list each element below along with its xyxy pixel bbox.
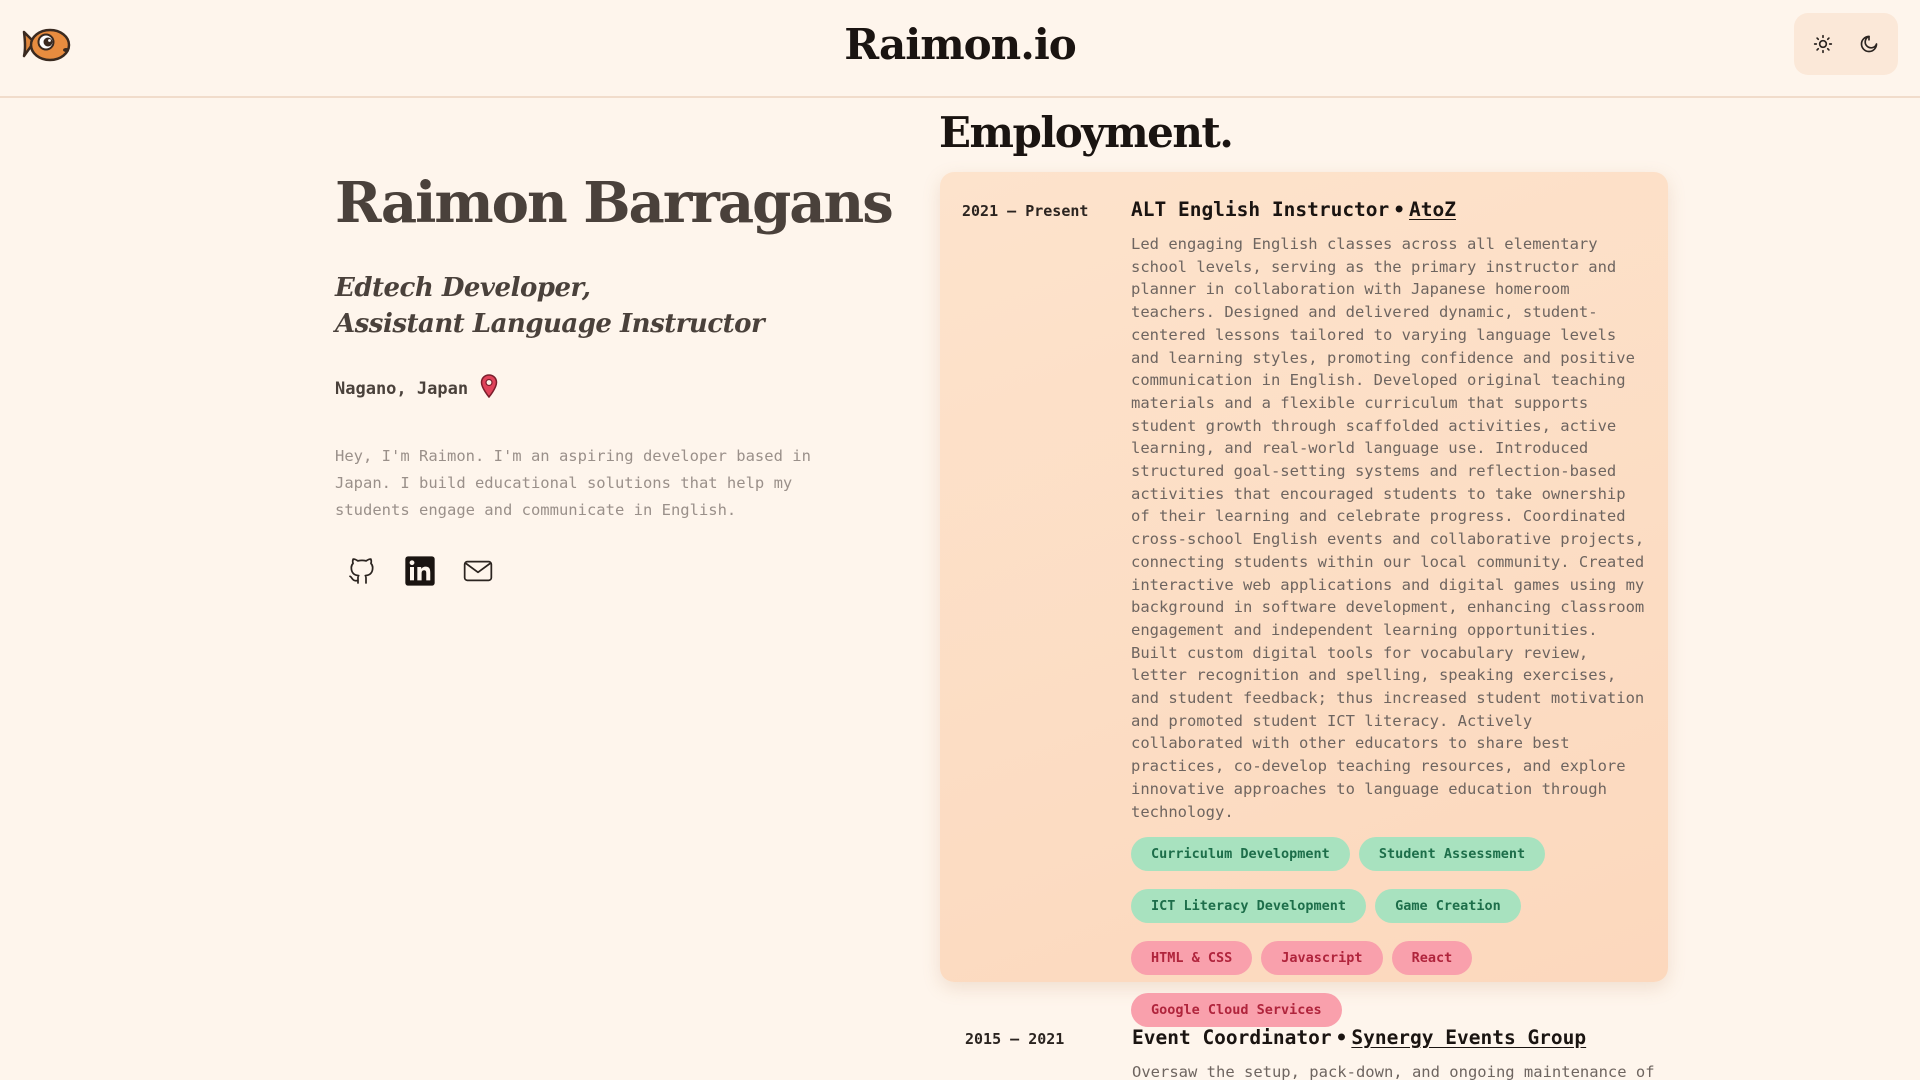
profile-section: Raimon Barragans Edtech Developer, Assis… [335, 170, 894, 588]
location: Nagano, Japan [335, 374, 855, 403]
tech-tag: Google Cloud Services [1131, 993, 1342, 1028]
job-title-text: Event Coordinator [1132, 1026, 1332, 1049]
skill-tag: Student Assessment [1358, 837, 1546, 872]
linkedin-icon[interactable] [403, 554, 437, 588]
skill-tag: ICT Literacy Development [1131, 889, 1367, 924]
job-description: Oversaw the setup, pack-down, and ongoin… [1132, 1063, 1655, 1080]
title-separator: • [1335, 1026, 1348, 1049]
tech-tag: Javascript [1261, 941, 1383, 976]
company-link[interactable]: Synergy Events Group [1351, 1026, 1586, 1049]
job-body: ALT English Instructor • AtoZ Led engaging… [1131, 198, 1649, 1028]
theme-toggle [1794, 13, 1898, 75]
social-links [335, 554, 855, 588]
job-title-text: ALT English Instructor [1131, 198, 1390, 221]
job-dates: 2015 – 2021 [965, 1030, 1065, 1048]
company-link[interactable]: AtoZ [1409, 198, 1456, 221]
job-title: ALT English Instructor • AtoZ [1131, 198, 1649, 221]
profile-name: Raimon Barragans [335, 170, 894, 236]
job-description: Led engaging English classes across all … [1131, 235, 1645, 821]
role-line-1: Edtech Developer, [335, 273, 591, 303]
profile-bio: Hey, I'm Raimon. I'm an aspiring develop… [335, 447, 811, 519]
employment-heading: Employment. [939, 108, 1234, 157]
moon-icon[interactable] [1853, 28, 1885, 60]
title-separator: • [1393, 198, 1406, 221]
github-icon[interactable] [345, 554, 379, 588]
map-pin-icon [480, 374, 498, 403]
location-text: Nagano, Japan [335, 378, 469, 399]
mail-icon[interactable] [461, 554, 495, 588]
job-title: Event Coordinator • Synergy Events Group [1132, 1026, 1586, 1049]
role-line-2: Assistant Language Instructor [335, 309, 765, 339]
skill-tags: Curriculum Development Student Assessmen… [1131, 837, 1649, 1028]
skill-tag: Game Creation [1375, 889, 1521, 924]
job-dates: 2021 – Present [962, 202, 1089, 220]
job-card: 2021 – Present ALT English Instructor • At… [940, 172, 1668, 1028]
sun-icon[interactable] [1807, 28, 1839, 60]
profile-role: Edtech Developer, Assistant Language Ins… [335, 270, 855, 342]
tech-tag: HTML & CSS [1131, 941, 1253, 976]
tech-tag: React [1391, 941, 1473, 976]
site-title[interactable]: Raimon.io [0, 20, 1920, 69]
site-header: Raimon.io [0, 0, 1920, 98]
skill-tag: Curriculum Development [1131, 837, 1350, 872]
